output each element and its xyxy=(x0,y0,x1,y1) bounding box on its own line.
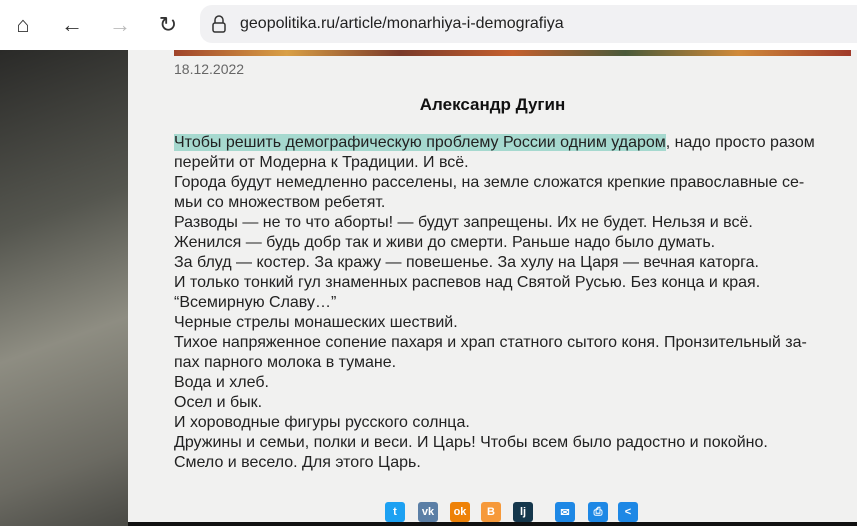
url-text: geopolitika.ru/article/monarhiya-i-demog… xyxy=(240,15,564,32)
line-text: перейти от Модерна к Традиции. И всё. xyxy=(174,154,469,171)
article-date: 18.12.2022 xyxy=(174,61,245,77)
highlighted-text: Чтобы решить демографическую проблему Ро… xyxy=(174,134,666,151)
lock-icon xyxy=(212,15,226,33)
article-banner-image xyxy=(174,50,851,56)
line-text: Женился — будь добр так и живи до смерти… xyxy=(174,234,716,251)
article-line: Тихое напряженное сопение пахаря и храп … xyxy=(174,333,854,353)
article-line: Разводы — не то что аборты! — будут запр… xyxy=(174,213,854,233)
decorative-map-image xyxy=(0,50,128,526)
article-line: “Всемирную Славу…” xyxy=(174,293,854,313)
email-icon[interactable]: ✉ xyxy=(555,502,575,522)
article-line: пах парного молока в тумане. xyxy=(174,353,854,373)
article-line: Смело и весело. Для этого Царь. xyxy=(174,453,854,473)
article-line: За блуд — костер. За кражу — повешенье. … xyxy=(174,253,854,273)
article-line: перейти от Модерна к Традиции. И всё. xyxy=(174,153,854,173)
back-icon[interactable]: ← xyxy=(58,11,86,39)
line-text: Разводы — не то что аборты! — будут запр… xyxy=(174,214,753,231)
line-text: , надо просто разом xyxy=(665,134,815,151)
browser-toolbar: ⌂ ← → ↻ geopolitika.ru/article/monarhiya… xyxy=(0,0,857,50)
line-text: Осел и бык. xyxy=(174,394,263,411)
article-line: Черные стрелы монашеских шествий. xyxy=(174,313,854,333)
livejournal-icon[interactable]: lj xyxy=(513,502,533,522)
reload-icon[interactable]: ↻ xyxy=(154,11,182,39)
address-bar[interactable]: geopolitika.ru/article/monarhiya-i-demog… xyxy=(200,5,857,43)
line-text: пах парного молока в тумане. xyxy=(174,354,397,371)
line-text: Города будут немедленно расселены, на зе… xyxy=(174,174,805,191)
line-text: И хороводные фигуры русского солнца. xyxy=(174,414,470,431)
article-body: Чтобы решить демографическую проблему Ро… xyxy=(174,133,854,473)
article-line: Дружины и семьи, полки и веси. И Царь! Ч… xyxy=(174,433,854,453)
home-icon[interactable]: ⌂ xyxy=(9,11,37,39)
odnoklassniki-icon[interactable]: ok xyxy=(450,502,470,522)
article-author: Александр Дугин xyxy=(419,95,566,114)
blogger-icon[interactable]: B xyxy=(481,502,501,522)
vk-icon[interactable]: vk xyxy=(418,502,438,522)
forward-icon[interactable]: → xyxy=(106,11,134,39)
line-text: За блуд — костер. За кражу — повешенье. … xyxy=(174,254,759,271)
line-text: Вода и хлеб. xyxy=(174,374,269,391)
article-line: И только тонкий гул знаменных распевов н… xyxy=(174,273,854,293)
article-line: И хороводные фигуры русского солнца. xyxy=(174,413,854,433)
article-line: Осел и бык. xyxy=(174,393,854,413)
article-line: Чтобы решить демографическую проблему Ро… xyxy=(174,133,854,153)
line-text: Черные стрелы монашеских шествий. xyxy=(174,314,458,331)
line-text: Смело и весело. Для этого Царь. xyxy=(174,454,421,471)
article-line: мьи со множеством ребетят. xyxy=(174,193,854,213)
print-icon[interactable]: ⎙ xyxy=(588,502,608,522)
article-line: Вода и хлеб. xyxy=(174,373,854,393)
line-text: И только тонкий гул знаменных распевов н… xyxy=(174,274,761,291)
article-line: Города будут немедленно расселены, на зе… xyxy=(174,173,854,193)
share-icon[interactable]: < xyxy=(618,502,638,522)
line-text: “Всемирную Славу…” xyxy=(174,294,337,311)
line-text: Дружины и семьи, полки и веси. И Царь! Ч… xyxy=(174,434,768,451)
line-text: Тихое напряженное сопение пахаря и храп … xyxy=(174,334,807,351)
bottom-edge xyxy=(128,522,857,526)
line-text: мьи со множеством ребетят. xyxy=(174,194,386,211)
article-line: Женился — будь добр так и живи до смерти… xyxy=(174,233,854,253)
twitter-icon[interactable]: t xyxy=(385,502,405,522)
